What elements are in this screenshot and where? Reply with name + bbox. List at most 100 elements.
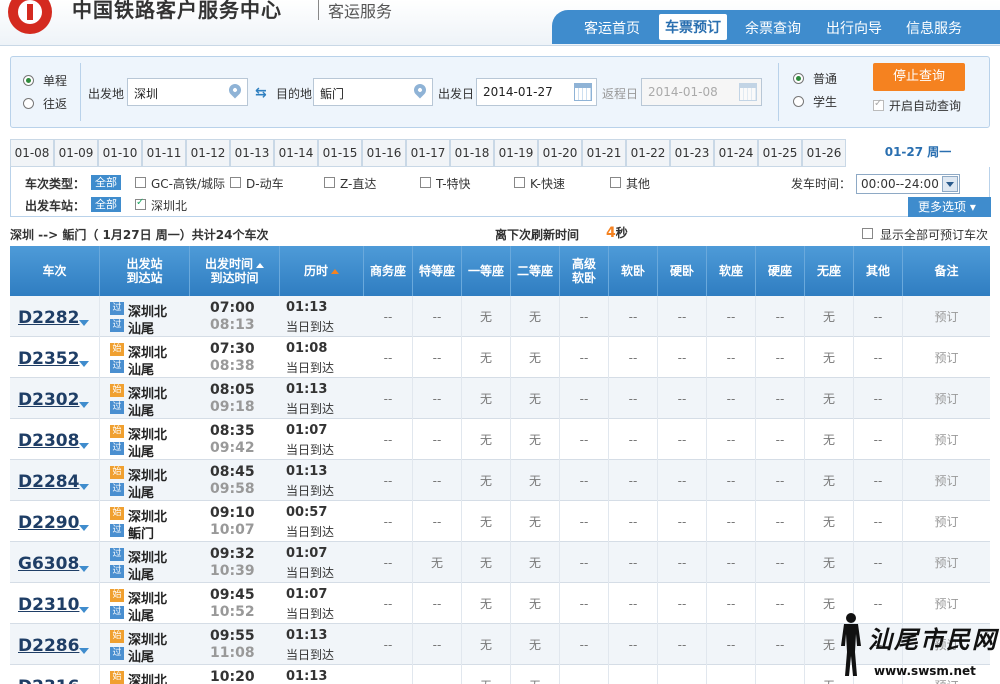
book-button[interactable]: 预订 [903, 419, 990, 460]
seat-availability: 无 [462, 665, 511, 684]
date-tab[interactable]: 01-12 [186, 139, 230, 167]
date-tab[interactable]: 01-11 [142, 139, 186, 167]
book-button[interactable]: 预订 [903, 460, 990, 501]
type-gc-checkbox[interactable] [135, 177, 146, 188]
seat-availability: -- [854, 419, 903, 460]
depart-time: 10:20 [210, 669, 255, 684]
col-soft-seat: 软座 [707, 246, 756, 296]
sort-up-icon [256, 263, 264, 268]
chevron-down-icon: ▾ [969, 200, 976, 214]
depart-date-input[interactable]: 2014-01-27 [476, 78, 597, 106]
seat-availability: 无 [511, 296, 560, 337]
type-d-checkbox[interactable] [230, 177, 241, 188]
seat-availability: -- [707, 460, 756, 501]
stop-query-button[interactable]: 停止查询 [873, 63, 965, 91]
origin-station-icon: 始 [110, 589, 124, 602]
date-tab[interactable]: 01-23 [670, 139, 714, 167]
passenger-student-radio[interactable] [793, 96, 804, 107]
seat-availability: 无 [462, 296, 511, 337]
depart-time-select[interactable]: 00:00--24:00 [856, 174, 960, 194]
date-tab[interactable]: 01-09 [54, 139, 98, 167]
date-tab[interactable]: 01-25 [758, 139, 802, 167]
seat-availability: -- [609, 378, 658, 419]
book-button[interactable]: 预订 [903, 542, 990, 583]
single-trip-radio[interactable] [23, 75, 34, 86]
depart-time: 07:30 [210, 341, 255, 357]
seat-availability: -- [658, 542, 707, 583]
chevron-down-icon [942, 176, 958, 192]
depart-time: 07:00 [210, 300, 255, 316]
book-button[interactable]: 预订 [903, 296, 990, 337]
book-button[interactable]: 预订 [903, 501, 990, 542]
seat-availability: -- [707, 419, 756, 460]
nav-remaining-tickets[interactable]: 余票查询 [745, 18, 801, 38]
seat-availability: -- [707, 501, 756, 542]
type-other-checkbox[interactable] [610, 177, 621, 188]
type-d-label: D-动车 [246, 177, 284, 191]
type-k-label: K-快速 [530, 177, 565, 191]
arrive-time: 11:08 [210, 645, 255, 661]
nav-ticket-booking[interactable]: 车票预订 [659, 14, 727, 40]
date-tab[interactable]: 01-26 [802, 139, 846, 167]
seat-availability: 无 [805, 337, 854, 378]
return-date-input[interactable]: 2014-01-08 [641, 78, 762, 106]
table-row: D2308 始深圳北过汕尾 08:35 09:42 01:07 当日到达 -- -- 无无 -- -… [10, 419, 990, 460]
book-button[interactable]: 预订 [903, 337, 990, 378]
to-station-input[interactable]: 鲘门 [313, 78, 433, 106]
calendar-icon[interactable] [574, 83, 592, 101]
seat-availability: 无 [511, 583, 560, 624]
col-other: 其他 [854, 246, 903, 296]
origin-station-icon: 始 [110, 671, 124, 684]
date-tab[interactable]: 01-19 [494, 139, 538, 167]
seat-availability: 无 [511, 624, 560, 665]
date-tab[interactable]: 01-20 [538, 139, 582, 167]
from-station-input[interactable]: 深圳 [127, 78, 248, 106]
col-times[interactable]: 出发时间 到达时间 [190, 246, 280, 296]
date-tab-active[interactable]: 01-27 周一 [846, 139, 990, 167]
date-tab[interactable]: 01-15 [318, 139, 362, 167]
seat-availability: 无 [413, 542, 462, 583]
date-tab[interactable]: 01-08 [10, 139, 54, 167]
date-tab[interactable]: 01-18 [450, 139, 494, 167]
date-tab[interactable]: 01-14 [274, 139, 318, 167]
book-button[interactable]: 预订 [903, 378, 990, 419]
type-t-checkbox[interactable] [420, 177, 431, 188]
nav-home[interactable]: 客运首页 [584, 18, 640, 38]
show-all-label: 显示全部可预订车次 [880, 228, 989, 242]
date-tab[interactable]: 01-13 [230, 139, 274, 167]
date-tab[interactable]: 01-17 [406, 139, 450, 167]
date-tab[interactable]: 01-24 [714, 139, 758, 167]
seat-availability: 无 [462, 337, 511, 378]
round-trip-radio[interactable] [23, 98, 34, 109]
date-tab[interactable]: 01-22 [626, 139, 670, 167]
date-tab[interactable]: 01-21 [582, 139, 626, 167]
date-tab[interactable]: 01-10 [98, 139, 142, 167]
sort-up-icon [331, 268, 339, 274]
more-options-button[interactable]: 更多选项 ▾ [908, 197, 991, 217]
station-all-button[interactable]: 全部 [91, 197, 121, 212]
col-duration[interactable]: 历时 [280, 246, 364, 296]
pass-station-icon: 过 [110, 360, 124, 373]
nav-travel-guide[interactable]: 出行向导 [826, 18, 882, 38]
passenger-normal-radio[interactable] [793, 73, 804, 84]
col-high-soft: 高级 软卧 [560, 246, 609, 296]
arrive-station: 汕尾 [128, 650, 155, 665]
seat-availability: -- [560, 542, 609, 583]
seat-availability: -- [854, 378, 903, 419]
swap-stations-icon[interactable]: ⇆ [255, 86, 273, 100]
show-all-checkbox[interactable] [862, 228, 873, 239]
type-z-checkbox[interactable] [324, 177, 335, 188]
auto-query-checkbox[interactable] [873, 98, 884, 111]
seat-availability: -- [756, 460, 805, 501]
seat-availability: 无 [511, 542, 560, 583]
seat-availability: -- [560, 501, 609, 542]
train-type-all-button[interactable]: 全部 [91, 175, 121, 190]
type-k-checkbox[interactable] [514, 177, 525, 188]
seat-availability: -- [364, 337, 413, 378]
seat-availability: -- [658, 419, 707, 460]
nav-info-service[interactable]: 信息服务 [906, 18, 962, 38]
station-shenzhenbei-checkbox[interactable] [135, 197, 146, 210]
date-tab[interactable]: 01-16 [362, 139, 406, 167]
seat-availability: -- [413, 583, 462, 624]
origin-station-icon: 始 [110, 507, 124, 520]
